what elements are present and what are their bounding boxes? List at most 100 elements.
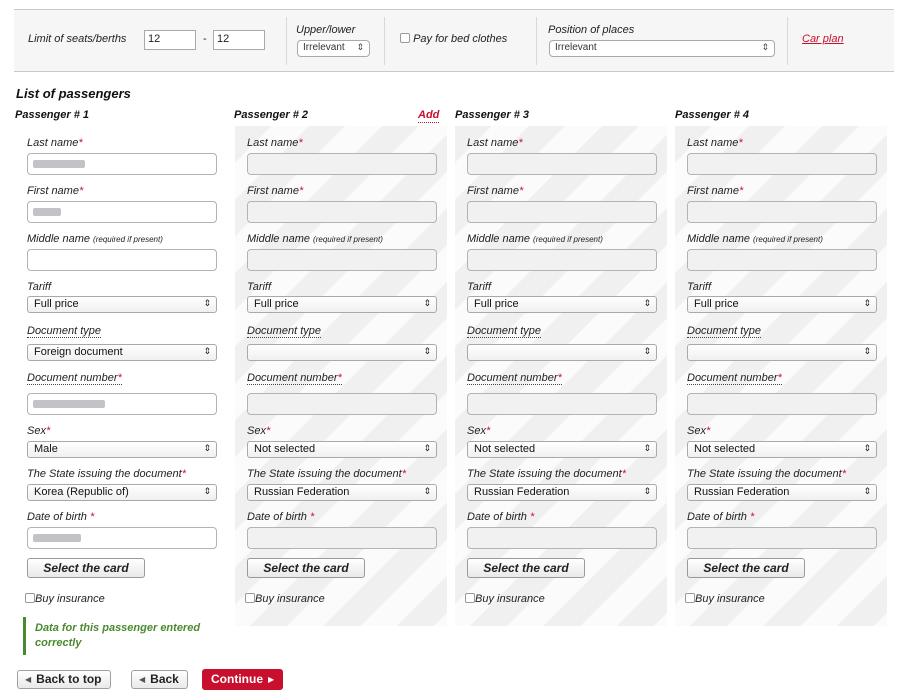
redacted-text	[33, 208, 61, 216]
document-type-select[interactable]: ⇕	[467, 344, 657, 361]
redacted-text	[33, 400, 105, 408]
bed-clothes-option[interactable]: Pay for bed clothes	[400, 33, 507, 45]
position-places-value: Irrelevant	[555, 42, 597, 53]
buy-insurance-checkbox[interactable]	[25, 593, 35, 603]
sex-select[interactable]: Not selected ⇕	[687, 441, 877, 458]
first-name-label: First name*	[467, 185, 524, 197]
first-name-input[interactable]	[247, 201, 437, 223]
document-number-input[interactable]	[247, 393, 437, 415]
middle-name-input[interactable]	[687, 249, 877, 271]
first-name-label: First name*	[687, 185, 744, 197]
position-places-select[interactable]: Irrelevant ⇕	[549, 40, 775, 57]
bed-clothes-checkbox[interactable]	[400, 33, 410, 43]
passenger-1-header: Passenger # 1	[15, 109, 89, 121]
car-plan-link[interactable]: Car plan	[802, 33, 844, 45]
issuing-state-select[interactable]: Russian Federation ⇕	[467, 484, 657, 501]
document-number-input[interactable]	[27, 393, 217, 415]
issuing-state-select[interactable]: Korea (Republic of) ⇕	[27, 484, 217, 501]
updown-chevron-icon: ⇕	[203, 298, 211, 308]
buy-insurance-checkbox[interactable]	[685, 593, 695, 603]
sex-select[interactable]: Not selected ⇕	[247, 441, 437, 458]
sex-label: Sex*	[27, 425, 51, 437]
date-of-birth-input[interactable]	[247, 527, 437, 549]
middle-name-input[interactable]	[247, 249, 437, 271]
buy-insurance-option[interactable]: Buy insurance	[465, 593, 545, 605]
issuing-state-label: The State issuing the document*	[467, 468, 626, 480]
last-name-input[interactable]	[687, 153, 877, 175]
last-name-input[interactable]	[467, 153, 657, 175]
add-passenger-link[interactable]: Add	[418, 109, 440, 123]
select-card-button[interactable]: Select the card	[687, 558, 805, 578]
first-name-input[interactable]	[27, 201, 217, 223]
tariff-label: Tariff	[687, 281, 712, 293]
last-name-label: Last name*	[467, 137, 523, 149]
buy-insurance-option[interactable]: Buy insurance	[245, 593, 325, 605]
tariff-select[interactable]: Full price ⇕	[247, 296, 437, 313]
updown-chevron-icon: ⇕	[643, 443, 651, 453]
document-type-select[interactable]: ⇕	[687, 344, 877, 361]
date-of-birth-input[interactable]	[27, 527, 217, 549]
middle-name-input[interactable]	[27, 249, 217, 271]
triangle-left-icon: ◀	[139, 675, 146, 684]
tariff-select[interactable]: Full price ⇕	[687, 296, 877, 313]
updown-chevron-icon: ⇕	[203, 486, 211, 496]
buy-insurance-option[interactable]: Buy insurance	[25, 593, 105, 605]
seats-from-input[interactable]: 12	[144, 30, 196, 50]
first-name-input[interactable]	[687, 201, 877, 223]
passenger-1-form: Last name* First name* Middle name (requ…	[15, 126, 227, 626]
buy-insurance-option[interactable]: Buy insurance	[685, 593, 765, 605]
last-name-input[interactable]	[247, 153, 437, 175]
sex-label: Sex*	[467, 425, 491, 437]
buy-insurance-checkbox[interactable]	[245, 593, 255, 603]
sex-select[interactable]: Not selected ⇕	[467, 441, 657, 458]
document-number-input[interactable]	[467, 393, 657, 415]
document-number-label: Document number*	[467, 372, 562, 385]
date-of-birth-input[interactable]	[467, 527, 657, 549]
redacted-text	[33, 160, 85, 168]
passenger-4-form: Last name* First name* Middle name (requ…	[675, 126, 887, 626]
issuing-state-select[interactable]: Russian Federation ⇕	[687, 484, 877, 501]
divider	[787, 17, 788, 65]
issuing-state-select[interactable]: Russian Federation ⇕	[247, 484, 437, 501]
position-places-label: Position of places	[548, 24, 635, 36]
select-card-button[interactable]: Select the card	[467, 558, 585, 578]
continue-button[interactable]: Continue ▶	[202, 669, 284, 690]
date-of-birth-label: Date of birth *	[247, 511, 315, 523]
tariff-select[interactable]: Full price ⇕	[27, 296, 217, 313]
tariff-label: Tariff	[27, 281, 52, 293]
triangle-left-icon: ◀	[25, 675, 32, 684]
middle-name-label: Middle name (required if present)	[27, 233, 163, 245]
document-number-label: Document number*	[687, 372, 782, 385]
triangle-right-icon: ▶	[268, 675, 275, 684]
document-type-select[interactable]: Foreign document ⇕	[27, 344, 217, 361]
seats-to-input[interactable]: 12	[213, 30, 265, 50]
tariff-select[interactable]: Full price ⇕	[467, 296, 657, 313]
middle-name-input[interactable]	[467, 249, 657, 271]
passenger-1-valid-message: Data for this passenger entered correctl…	[23, 617, 223, 655]
document-number-input[interactable]	[687, 393, 877, 415]
first-name-label: First name*	[247, 185, 304, 197]
buy-insurance-checkbox[interactable]	[465, 593, 475, 603]
document-type-label: Document type	[247, 325, 321, 338]
upper-lower-select[interactable]: Irrelevant ⇕	[297, 40, 370, 57]
updown-chevron-icon: ⇕	[203, 443, 211, 453]
passenger-4-header: Passenger # 4	[675, 109, 749, 121]
back-to-top-button[interactable]: ◀ Back to top	[17, 670, 111, 689]
document-number-label: Document number*	[247, 372, 342, 385]
date-of-birth-input[interactable]	[687, 527, 877, 549]
sex-select[interactable]: Male ⇕	[27, 441, 217, 458]
document-type-select[interactable]: ⇕	[247, 344, 437, 361]
date-of-birth-label: Date of birth *	[687, 511, 755, 523]
tariff-label: Tariff	[467, 281, 492, 293]
back-button[interactable]: ◀ Back	[131, 670, 188, 689]
first-name-input[interactable]	[467, 201, 657, 223]
issuing-state-label: The State issuing the document*	[247, 468, 406, 480]
last-name-input[interactable]	[27, 153, 217, 175]
updown-chevron-icon: ⇕	[356, 42, 364, 52]
filter-bar: Limit of seats/berths 12 - 12 Upper/lowe…	[14, 9, 894, 72]
last-name-label: Last name*	[247, 137, 303, 149]
passenger-3-header: Passenger # 3	[455, 109, 529, 121]
select-card-button[interactable]: Select the card	[247, 558, 365, 578]
select-card-button[interactable]: Select the card	[27, 558, 145, 578]
middle-name-label: Middle name (required if present)	[687, 233, 823, 245]
